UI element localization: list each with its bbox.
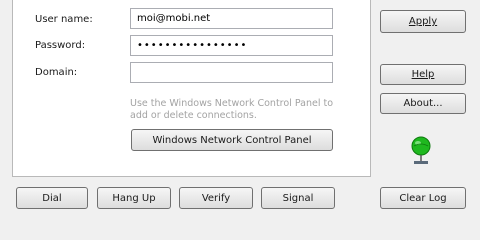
windows-network-control-panel-button[interactable]: Windows Network Control Panel (131, 129, 333, 151)
help-label: Help (411, 69, 435, 80)
signal-label: Signal (282, 192, 314, 204)
apply-button[interactable]: Apply (380, 10, 466, 33)
hang-up-label: Hang Up (112, 192, 156, 204)
domain-label: Domain: (35, 67, 78, 78)
clear-log-label: Clear Log (399, 192, 447, 204)
verify-button[interactable]: Verify (179, 187, 253, 209)
help-button[interactable]: Help (380, 64, 466, 85)
about-label: About... (403, 98, 443, 109)
username-field[interactable]: moi@mobi.net (130, 8, 333, 29)
hang-up-button[interactable]: Hang Up (97, 187, 171, 209)
network-globe-icon (411, 136, 431, 164)
verify-label: Verify (201, 192, 231, 204)
about-button[interactable]: About... (380, 93, 466, 114)
signal-button[interactable]: Signal (261, 187, 335, 209)
dial-label: Dial (42, 192, 62, 204)
clear-log-button[interactable]: Clear Log (380, 187, 466, 209)
domain-field[interactable] (130, 62, 333, 83)
password-field[interactable]: •••••••••••••••• (130, 35, 333, 56)
apply-label: Apply (408, 16, 438, 27)
network-hint-text: Use the Windows Network Control Panel to… (130, 98, 334, 121)
username-label: User name: (35, 14, 93, 25)
dial-button[interactable]: Dial (16, 187, 88, 209)
password-label: Password: (35, 40, 86, 51)
